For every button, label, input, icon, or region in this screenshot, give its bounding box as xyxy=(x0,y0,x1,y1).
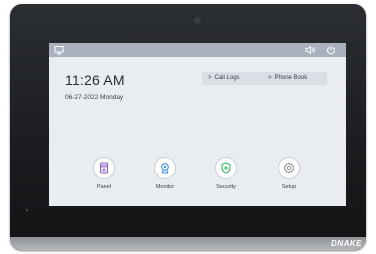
camera-monitor-icon xyxy=(161,163,169,174)
clock-time: 11:26 AM xyxy=(65,72,125,88)
display-icon[interactable] xyxy=(54,45,64,55)
brand-logo: DNAKE xyxy=(331,239,362,248)
monitor-label: Monitor xyxy=(155,184,175,190)
monitor-tile[interactable]: Monitor xyxy=(145,157,185,190)
security-tile[interactable]: Security xyxy=(206,157,246,190)
touch-screen: 11:26 AM 06-27-2022 Monday > Call Logs >… xyxy=(49,43,346,206)
status-bar xyxy=(49,43,346,57)
monitor-button[interactable] xyxy=(154,157,176,179)
setup-label: Setup xyxy=(281,184,297,190)
panel-label: Panel xyxy=(96,184,112,190)
intercom-panel-icon xyxy=(99,162,109,174)
call-logs-link[interactable]: > Call Logs xyxy=(208,75,240,81)
call-logs-label: Call Logs xyxy=(214,75,240,81)
chevron-right-icon: > xyxy=(268,75,272,81)
setup-button[interactable] xyxy=(278,157,300,179)
camera-lens xyxy=(194,17,201,24)
phone-book-label: Phone Book xyxy=(274,75,308,81)
security-button[interactable] xyxy=(215,157,237,179)
power-icon[interactable] xyxy=(326,45,336,55)
quick-links-bar: > Call Logs > Phone Book xyxy=(202,72,327,85)
phone-book-link[interactable]: > Phone Book xyxy=(268,75,307,81)
shield-icon xyxy=(221,162,231,174)
panel-button[interactable] xyxy=(93,157,115,179)
device-bottom-strip xyxy=(10,237,366,250)
gear-icon xyxy=(283,162,295,174)
panel-tile[interactable]: Panel xyxy=(84,157,124,190)
clock-date: 06-27-2022 Monday xyxy=(65,94,124,101)
microphone-hole xyxy=(26,209,28,211)
chevron-right-icon: > xyxy=(208,75,212,81)
volume-icon[interactable] xyxy=(305,45,316,55)
setup-tile[interactable]: Setup xyxy=(269,157,309,190)
security-label: Security xyxy=(216,184,236,190)
